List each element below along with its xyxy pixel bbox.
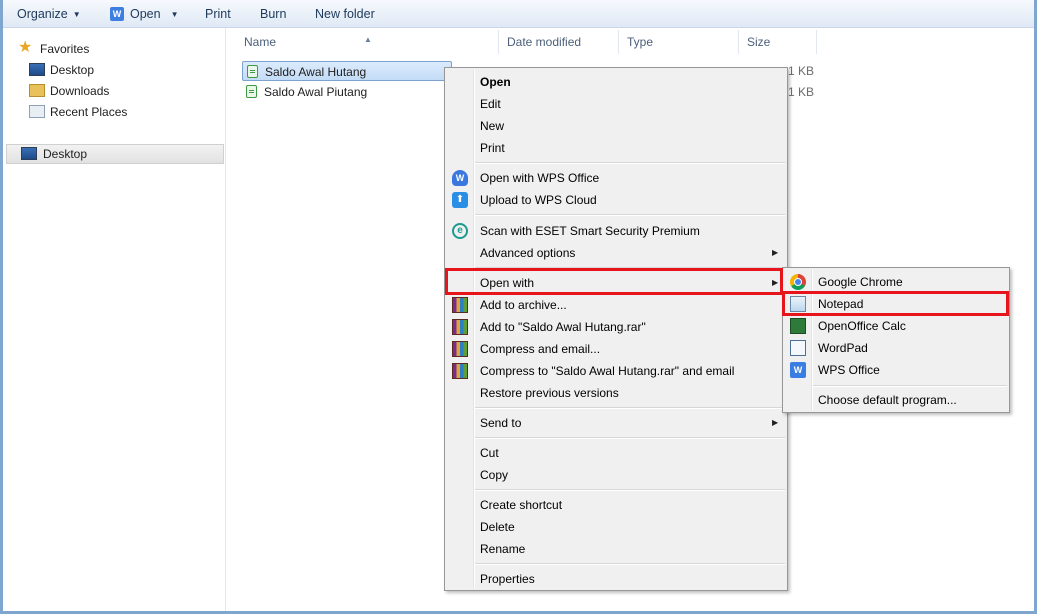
- menu-separator: [475, 437, 785, 439]
- file-size: 1 KB: [788, 85, 815, 99]
- menu-item-upload-wps-cloud[interactable]: ⬆ Upload to WPS Cloud: [447, 189, 785, 211]
- winrar-icon: [452, 341, 468, 357]
- wps-cloud-icon: ⬆: [452, 192, 468, 208]
- menu-separator: [475, 489, 785, 491]
- openoffice-calc-icon: [790, 318, 806, 334]
- menu-separator: [475, 214, 785, 216]
- navigation-pane: ★ Favorites Desktop Downloads Recent Pla…: [3, 28, 226, 614]
- menu-separator: [813, 385, 1007, 387]
- menu-separator: [475, 162, 785, 164]
- menu-item-edit[interactable]: Edit: [447, 93, 785, 115]
- wps-icon: W: [110, 6, 124, 21]
- open-button[interactable]: W Open ▼: [110, 0, 179, 28]
- column-type[interactable]: Type: [619, 30, 739, 54]
- menu-item-open-with[interactable]: Open with ▶: [447, 272, 785, 294]
- recent-places-icon: [29, 105, 45, 118]
- context-menu: Open Edit New Print W Open with WPS Offi…: [444, 67, 788, 591]
- command-bar: Organize ▼ W Open ▼ Print Burn New folder: [0, 0, 1037, 28]
- menu-item-send-to[interactable]: Send to ▶: [447, 412, 785, 434]
- menu-item-restore-versions[interactable]: Restore previous versions: [447, 382, 785, 404]
- notepad-icon: [790, 296, 806, 312]
- menu-item-add-to-rar[interactable]: Add to "Saldo Awal Hutang.rar": [447, 316, 785, 338]
- menu-item-add-to-archive[interactable]: Add to archive...: [447, 294, 785, 316]
- submenu-arrow-icon: ▶: [772, 418, 779, 427]
- column-date-modified[interactable]: Date modified: [499, 30, 619, 54]
- menu-item-properties[interactable]: Properties: [447, 568, 785, 590]
- file-row-selected[interactable]: Saldo Awal Hutang: [242, 61, 452, 81]
- open-with-submenu: Google Chrome Notepad OpenOffice Calc Wo…: [782, 267, 1010, 413]
- menu-item-new[interactable]: New: [447, 115, 785, 137]
- star-icon: ★: [18, 39, 33, 56]
- menu-separator: [475, 563, 785, 565]
- menu-item-open-with-wps[interactable]: W Open with WPS Office: [447, 167, 785, 189]
- eset-icon: e: [452, 223, 468, 239]
- menu-item-compress-email[interactable]: Compress and email...: [447, 338, 785, 360]
- menu-item-open[interactable]: Open: [447, 71, 785, 93]
- desktop-icon: [21, 147, 37, 160]
- spreadsheet-file-icon: [246, 85, 257, 98]
- column-size[interactable]: Size: [739, 30, 817, 54]
- file-size: 1 KB: [788, 64, 815, 78]
- wordpad-icon: [790, 340, 806, 356]
- desktop-icon: [29, 63, 45, 76]
- submenu-item-google-chrome[interactable]: Google Chrome: [785, 271, 1007, 293]
- menu-item-delete[interactable]: Delete: [447, 516, 785, 538]
- menu-separator: [475, 267, 785, 269]
- wps-office-icon: W: [790, 362, 806, 378]
- menu-separator: [475, 407, 785, 409]
- file-row[interactable]: Saldo Awal Piutang: [242, 82, 452, 102]
- submenu-arrow-icon: ▶: [772, 278, 779, 287]
- sort-ascending-icon: ▲: [364, 35, 372, 44]
- winrar-icon: [452, 297, 468, 313]
- winrar-icon: [452, 363, 468, 379]
- submenu-item-openoffice-calc[interactable]: OpenOffice Calc: [785, 315, 1007, 337]
- print-button[interactable]: Print: [205, 0, 231, 28]
- column-headers: Name ▲ Date modified Type Size: [236, 30, 826, 54]
- menu-item-create-shortcut[interactable]: Create shortcut: [447, 494, 785, 516]
- menu-item-rename[interactable]: Rename: [447, 538, 785, 560]
- submenu-item-choose-default[interactable]: Choose default program...: [785, 389, 1007, 411]
- nav-desktop-root[interactable]: Desktop: [6, 144, 224, 164]
- submenu-item-wps-office[interactable]: W WPS Office: [785, 359, 1007, 381]
- downloads-folder-icon: [29, 84, 45, 97]
- winrar-icon: [452, 319, 468, 335]
- chrome-icon: [790, 274, 806, 290]
- menu-item-copy[interactable]: Copy: [447, 464, 785, 486]
- new-folder-button[interactable]: New folder: [315, 0, 375, 28]
- menu-item-advanced-options[interactable]: Advanced options ▶: [447, 242, 785, 264]
- menu-item-cut[interactable]: Cut: [447, 442, 785, 464]
- submenu-item-wordpad[interactable]: WordPad: [785, 337, 1007, 359]
- chevron-down-icon: ▼: [72, 10, 81, 19]
- chevron-down-icon: ▼: [170, 10, 179, 19]
- submenu-arrow-icon: ▶: [772, 248, 779, 257]
- menu-item-print[interactable]: Print: [447, 137, 785, 159]
- menu-item-scan-eset[interactable]: e Scan with ESET Smart Security Premium: [447, 220, 785, 242]
- spreadsheet-file-icon: [247, 65, 258, 78]
- column-name[interactable]: Name ▲: [236, 30, 499, 54]
- burn-button[interactable]: Burn: [260, 0, 286, 28]
- submenu-item-notepad[interactable]: Notepad: [785, 293, 1007, 315]
- menu-item-compress-rar-email[interactable]: Compress to "Saldo Awal Hutang.rar" and …: [447, 360, 785, 382]
- organize-button[interactable]: Organize ▼: [17, 0, 81, 28]
- wps-office-icon: W: [452, 170, 468, 186]
